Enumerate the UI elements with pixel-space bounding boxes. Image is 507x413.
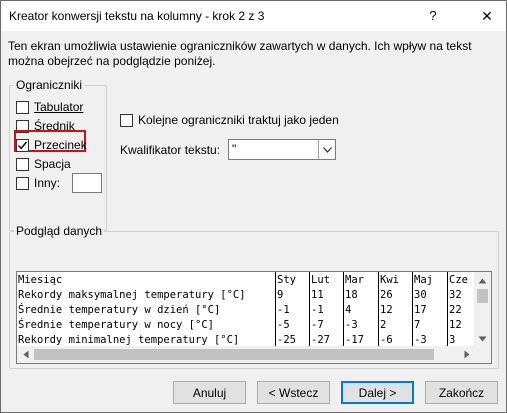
- column-separator[interactable]: [309, 272, 310, 347]
- preview-cell: -17: [345, 334, 364, 346]
- qualifier-select[interactable]: ": [228, 139, 336, 160]
- horizontal-scroll-thumb[interactable]: [34, 349, 434, 360]
- preview-box[interactable]: Miesiąc Sty Lut Mar Kwi Maj Cze Rekordy …: [16, 271, 492, 364]
- preview-cell: -1: [277, 304, 290, 316]
- close-button[interactable]: ✕: [473, 5, 501, 27]
- preview-cell: Sty: [277, 274, 296, 286]
- space-label: Spacja: [34, 157, 71, 171]
- preview-cell: Rekordy maksymalnej temperatury [°C]: [18, 289, 246, 301]
- space-checkbox[interactable]: [16, 157, 29, 171]
- preview-cell: 11: [311, 289, 324, 301]
- preview-cell: Średnie temperatury w nocy [°C]: [18, 319, 214, 331]
- preview-cell: -27: [311, 334, 330, 346]
- preview-cell: -6: [380, 334, 393, 346]
- title-bar: Kreator konwersji tekstu na kolumny - kr…: [1, 1, 506, 31]
- preview-cell: -3: [414, 334, 427, 346]
- preview-grid: Miesiąc Sty Lut Mar Kwi Maj Cze Rekordy …: [17, 272, 475, 347]
- vertical-scrollbar[interactable]: [474, 272, 491, 347]
- other-checkbox-row[interactable]: Inny:: [16, 175, 60, 191]
- preview-cell: 17: [414, 304, 427, 316]
- preview-cell: Średnie temperatury w dzień [°C]: [18, 304, 221, 316]
- tab-checkbox[interactable]: [16, 100, 29, 114]
- column-separator[interactable]: [343, 272, 344, 347]
- tab-checkbox-row[interactable]: Tabulator: [16, 99, 83, 115]
- delimiters-legend: Ograniczniki: [14, 78, 85, 92]
- scroll-corner: [474, 346, 491, 363]
- scroll-right-icon[interactable]: [458, 346, 475, 363]
- preview-cell: 4: [345, 304, 352, 316]
- dialog-window: Kreator konwersji tekstu na kolumny - kr…: [0, 0, 507, 413]
- back-button[interactable]: < Wstecz: [257, 381, 330, 404]
- preview-cell: 7: [414, 319, 421, 331]
- vertical-scroll-thumb[interactable]: [477, 289, 488, 303]
- other-checkbox[interactable]: [16, 176, 29, 190]
- comma-checkbox-row[interactable]: Przecinek: [16, 137, 87, 153]
- tab-label: Tabulator: [34, 100, 84, 114]
- window-title: Kreator konwersji tekstu na kolumny - kr…: [9, 9, 265, 23]
- delimiters-group: Ograniczniki Tabulator Średnik Przecinek: [9, 78, 107, 231]
- preview-cell: Miesiąc: [18, 274, 63, 286]
- preview-cell: Rekordy minimalnej temperatury [°C]: [18, 334, 240, 346]
- preview-cell: -7: [311, 319, 324, 331]
- consecutive-checkbox[interactable]: [120, 113, 133, 127]
- preview-cell: Kwi: [380, 274, 399, 286]
- consecutive-checkbox-row[interactable]: Kolejne ograniczniki traktuj jako jeden: [120, 113, 339, 127]
- preview-cell: Cze: [449, 274, 468, 286]
- other-delimiter-input[interactable]: [72, 173, 102, 193]
- preview-cell: 22: [449, 304, 462, 316]
- comma-checkbox[interactable]: [16, 138, 29, 152]
- cancel-button[interactable]: Anuluj: [173, 381, 246, 404]
- column-separator[interactable]: [412, 272, 413, 347]
- consecutive-label: Kolejne ograniczniki traktuj jako jeden: [138, 113, 339, 127]
- preview-cell: -5: [277, 319, 290, 331]
- preview-cell: -25: [277, 334, 296, 346]
- dialog-content: Ten ekran umożliwia ustawienie ograniczn…: [1, 31, 506, 412]
- preview-cell: -1: [311, 304, 324, 316]
- preview-cell: -3: [345, 319, 358, 331]
- other-label: Inny:: [34, 176, 61, 190]
- column-separator[interactable]: [447, 272, 448, 347]
- preview-cell: Mar: [345, 274, 364, 286]
- preview-cell: 26: [380, 289, 393, 301]
- space-checkbox-row[interactable]: Spacja: [16, 156, 71, 172]
- preview-cell: 12: [449, 319, 462, 331]
- checkmark-icon: [17, 141, 28, 149]
- preview-legend: Podgląd danych: [14, 224, 105, 238]
- preview-cell: 2: [380, 319, 387, 331]
- preview-cell: 18: [345, 289, 358, 301]
- column-separator[interactable]: [378, 272, 379, 347]
- preview-cell: Lut: [311, 274, 330, 286]
- column-separator[interactable]: [275, 272, 276, 347]
- data-preview-group: Podgląd danych Miesiąc Sty Lut Mar Kwi M…: [9, 224, 499, 369]
- preview-cell: 32: [449, 289, 462, 301]
- next-button[interactable]: Dalej >: [341, 381, 414, 404]
- preview-cell: 12: [380, 304, 393, 316]
- scroll-down-icon[interactable]: [474, 330, 491, 347]
- chevron-down-icon[interactable]: [318, 140, 335, 159]
- preview-cell: 9: [277, 289, 284, 301]
- preview-cell: 3: [449, 334, 456, 346]
- description-text: Ten ekran umożliwia ustawienie ograniczn…: [8, 39, 472, 68]
- qualifier-value: ": [232, 142, 237, 156]
- comma-label: Przecinek: [34, 138, 87, 152]
- preview-cell: 30: [414, 289, 427, 301]
- finish-button[interactable]: Zakończ: [425, 381, 498, 404]
- scroll-left-icon[interactable]: [17, 346, 34, 363]
- help-button[interactable]: ?: [421, 5, 445, 27]
- scroll-up-icon[interactable]: [474, 272, 491, 289]
- horizontal-scrollbar[interactable]: [17, 346, 475, 363]
- preview-cell: Maj: [414, 274, 433, 286]
- qualifier-label: Kwalifikator tekstu:: [120, 143, 221, 157]
